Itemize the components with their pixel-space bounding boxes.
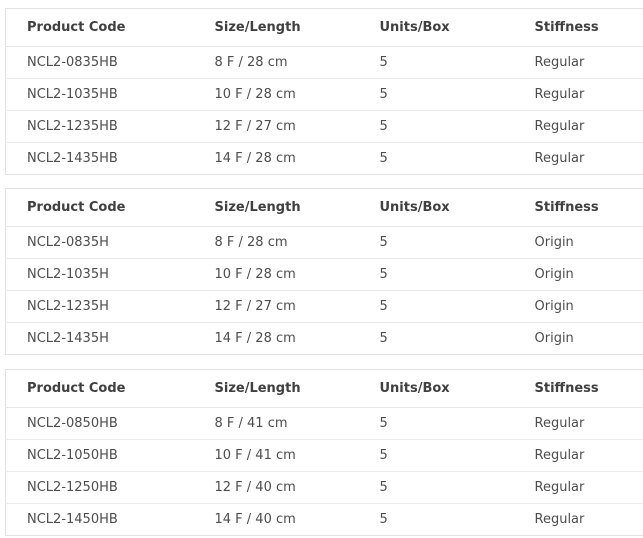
cell-stiffness: Origin — [534, 331, 574, 346]
cell-size-length: 8 F / 28 cm — [193, 226, 359, 259]
product-spec-table: Product Code Size/Length Units/Box Stiff… — [5, 369, 643, 536]
table-row: NCL2-1035H 10 F / 28 cm 5 Origin — [5, 258, 643, 291]
cell-stiffness: Regular — [513, 471, 643, 504]
cell-units-box: 5 — [358, 290, 514, 323]
header-units-box: Units/Box — [358, 369, 514, 408]
cell-size-length: 14 F / 28 cm — [214, 151, 296, 166]
cell-stiffness: Regular — [513, 407, 643, 440]
header-size-length: Size/Length — [193, 8, 359, 47]
cell-stiffness: Regular — [534, 151, 585, 166]
table-row: NCL2-0835H 8 F / 28 cm 5 Origin — [5, 226, 643, 259]
cell-size-length: 12 F / 27 cm — [193, 110, 359, 143]
cell-size-length: 10 F / 41 cm — [193, 439, 359, 472]
cell-stiffness: Regular — [534, 512, 585, 527]
cell-product-code: NCL2-1035HB — [5, 78, 194, 111]
header-stiffness: Stiffness — [513, 188, 643, 227]
cell-units-box: 5 — [358, 78, 514, 111]
table-row: NCL2-1450HB 14 F / 40 cm 5 Regular — [6, 504, 643, 536]
cell-units-box: 5 — [358, 110, 514, 143]
product-spec-table: Product Code Size/Length Units/Box Stiff… — [5, 8, 643, 175]
table-row: NCL2-1035HB 10 F / 28 cm 5 Regular — [5, 78, 643, 111]
cell-units-box: 5 — [379, 331, 388, 346]
cell-product-code: NCL2-0850HB — [5, 407, 194, 440]
cell-units-box: 5 — [358, 46, 514, 79]
cell-size-length: 12 F / 27 cm — [193, 290, 359, 323]
cell-size-length: 14 F / 28 cm — [214, 331, 296, 346]
table-row: NCL2-1435HB 14 F / 28 cm 5 Regular — [6, 143, 643, 175]
cell-product-code: NCL2-1435HB — [27, 151, 118, 166]
cell-product-code: NCL2-0835H — [5, 226, 194, 259]
cell-product-code: NCL2-1035H — [5, 258, 194, 291]
header-size-length: Size/Length — [193, 188, 359, 227]
product-spec-table: Product Code Size/Length Units/Box Stiff… — [5, 188, 643, 355]
cell-stiffness: Regular — [513, 110, 643, 143]
header-size-length: Size/Length — [193, 369, 359, 408]
cell-units-box: 5 — [379, 151, 388, 166]
header-units-box: Units/Box — [358, 8, 514, 47]
cell-size-length: 12 F / 40 cm — [193, 471, 359, 504]
header-product-code: Product Code — [5, 369, 194, 408]
table-header-row: Product Code Size/Length Units/Box Stiff… — [5, 369, 643, 408]
cell-stiffness: Origin — [513, 290, 643, 323]
cell-stiffness: Regular — [513, 46, 643, 79]
table-row: NCL2-1050HB 10 F / 41 cm 5 Regular — [5, 439, 643, 472]
cell-units-box: 5 — [358, 258, 514, 291]
table-row: NCL2-0850HB 8 F / 41 cm 5 Regular — [5, 407, 643, 440]
cell-product-code: NCL2-0835HB — [5, 46, 194, 79]
header-stiffness: Stiffness — [513, 8, 643, 47]
cell-product-code: NCL2-1235H — [5, 290, 194, 323]
header-units-box: Units/Box — [358, 188, 514, 227]
table-row: NCL2-0835HB 8 F / 28 cm 5 Regular — [5, 46, 643, 79]
header-product-code: Product Code — [5, 188, 194, 227]
cell-product-code: NCL2-1250HB — [5, 471, 194, 504]
table-row: NCL2-1235H 12 F / 27 cm 5 Origin — [5, 290, 643, 323]
table-row: NCL2-1250HB 12 F / 40 cm 5 Regular — [5, 471, 643, 504]
cell-product-code: NCL2-1235HB — [5, 110, 194, 143]
cell-size-length: 8 F / 28 cm — [193, 46, 359, 79]
cell-size-length: 14 F / 40 cm — [214, 512, 296, 527]
cell-size-length: 10 F / 28 cm — [193, 78, 359, 111]
cell-units-box: 5 — [358, 407, 514, 440]
cell-stiffness: Origin — [513, 226, 643, 259]
cell-product-code: NCL2-1050HB — [5, 439, 194, 472]
table-header-row: Product Code Size/Length Units/Box Stiff… — [5, 188, 643, 227]
cell-size-length: 8 F / 41 cm — [193, 407, 359, 440]
cell-product-code: NCL2-1435H — [27, 331, 109, 346]
table-header-row: Product Code Size/Length Units/Box Stiff… — [5, 8, 643, 47]
cell-units-box: 5 — [358, 471, 514, 504]
header-product-code: Product Code — [5, 8, 194, 47]
header-stiffness: Stiffness — [513, 369, 643, 408]
cell-stiffness: Regular — [513, 78, 643, 111]
cell-units-box: 5 — [358, 439, 514, 472]
cell-stiffness: Origin — [513, 258, 643, 291]
table-row: NCL2-1235HB 12 F / 27 cm 5 Regular — [5, 110, 643, 143]
cell-stiffness: Regular — [513, 439, 643, 472]
cell-units-box: 5 — [358, 226, 514, 259]
cell-size-length: 10 F / 28 cm — [193, 258, 359, 291]
cell-units-box: 5 — [379, 512, 388, 527]
table-row: NCL2-1435H 14 F / 28 cm 5 Origin — [6, 323, 643, 355]
cell-product-code: NCL2-1450HB — [27, 512, 118, 527]
